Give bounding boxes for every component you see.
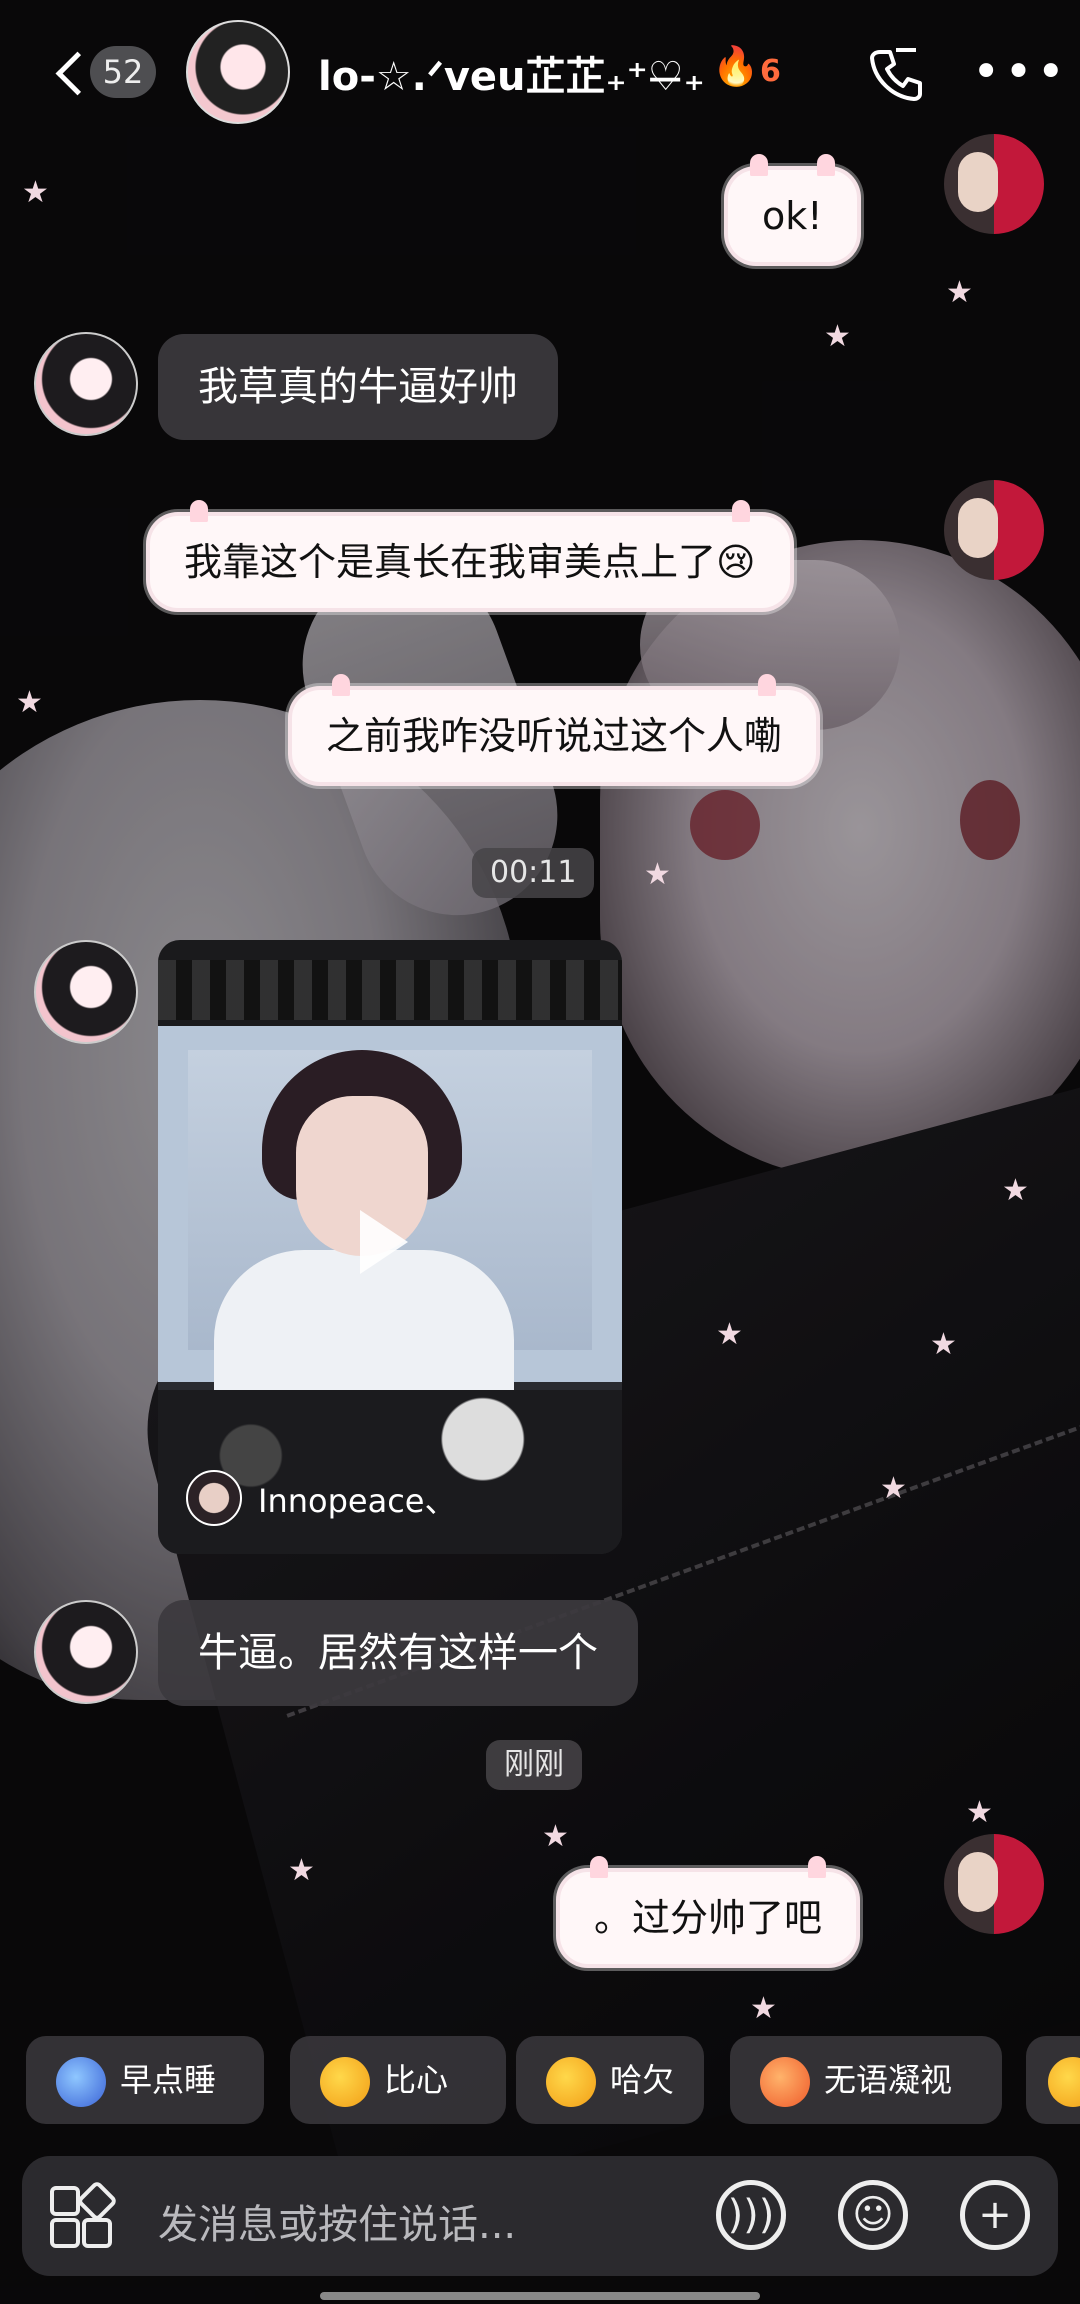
contact-avatar-small[interactable] (34, 940, 138, 1044)
unread-count-badge[interactable]: 52 (90, 46, 156, 98)
my-avatar[interactable] (944, 134, 1044, 234)
emoji-icon (1048, 2057, 1080, 2107)
phone-call-icon[interactable] (866, 44, 926, 104)
message-text: 我草真的牛逼好帅 (198, 364, 518, 410)
star-decoration: ★ (716, 1317, 743, 1352)
my-avatar[interactable] (944, 1834, 1044, 1934)
stage-lighting-rig (158, 960, 622, 1020)
quick-reply-chip[interactable]: 早点睡 (26, 2036, 264, 2124)
message-bubble-received[interactable]: 我草真的牛逼好帅 (158, 334, 558, 440)
star-decoration: ★ (930, 1327, 957, 1362)
quick-reply-chip-partial[interactable] (1026, 2036, 1080, 2124)
plus-icon[interactable]: + (960, 2180, 1030, 2250)
play-icon[interactable] (360, 1210, 408, 1274)
message-bubble-sent[interactable]: 之前我咋没听说过这个人嘞 (292, 674, 817, 782)
star-decoration: ★ (22, 175, 49, 210)
contact-avatar[interactable] (186, 20, 290, 124)
message-bubble-sent[interactable]: 我靠这个是真长在我审美点上了😢 (150, 500, 790, 608)
message-text: 我靠这个是真长在我审美点上了😢 (184, 540, 756, 584)
voice-icon[interactable]: ))) (716, 2180, 786, 2250)
streak-count: 6 (760, 54, 781, 89)
yawn-emoji-icon (546, 2057, 596, 2107)
horn-decoration (731, 500, 750, 522)
horn-decoration (332, 674, 350, 696)
timestamp-chip: 刚刚 (486, 1740, 582, 1790)
star-decoration: ★ (16, 685, 43, 720)
more-dots-icon[interactable]: ••• (972, 48, 1069, 96)
horn-decoration (750, 154, 768, 176)
apps-grid-icon[interactable] (50, 2179, 119, 2248)
contact-avatar-small[interactable] (34, 332, 138, 436)
message-text: 之前我咋没听说过这个人嘞 (326, 714, 783, 758)
sleep-emoji-icon (56, 2057, 106, 2107)
contact-name[interactable]: lo-☆.ᐟveu芷芷₊⁺♡̶₊ (318, 44, 705, 102)
message-input[interactable]: 发消息或按住说话... (158, 2192, 516, 2250)
message-bubble-received[interactable]: 牛逼。居然有这样一个 (158, 1600, 638, 1706)
video-author-avatar (186, 1470, 242, 1526)
timestamp-chip: 00:11 (472, 848, 595, 898)
video-message-card[interactable]: Innopeace、 (158, 940, 622, 1554)
horn-decoration (190, 500, 208, 522)
video-author-name: Innopeace、 (258, 1482, 457, 1520)
star-decoration: ★ (644, 857, 671, 892)
message-bubble-sent[interactable]: 。过分帅了吧 (560, 1856, 857, 1964)
video-thumbnail-crowd (158, 1390, 622, 1554)
horn-decoration (758, 674, 777, 696)
video-thumbnail-person (214, 1050, 514, 1400)
star-decoration: ★ (966, 1795, 993, 1830)
star-decoration: ★ (288, 1853, 315, 1888)
chat-header: 52 lo-☆.ᐟveu芷芷₊⁺♡̶₊ 🔥 6 ••• (0, 0, 1080, 150)
contact-avatar-small[interactable] (34, 1600, 138, 1704)
star-decoration: ★ (750, 1991, 777, 2026)
message-text: 牛逼。居然有这样一个 (198, 1630, 598, 1676)
quick-reply-chip[interactable]: 比心 (290, 2036, 506, 2124)
horn-decoration (590, 1856, 608, 1878)
home-indicator[interactable] (320, 2292, 760, 2300)
heart-hands-emoji-icon (320, 2057, 370, 2107)
message-text: 。过分帅了吧 (594, 1896, 823, 1940)
quick-reply-chip[interactable]: 哈欠 (516, 2036, 704, 2124)
star-decoration: ★ (1002, 1173, 1029, 1208)
message-text: ok! (762, 194, 823, 238)
message-input-bar: 发消息或按住说话... ))) ☺ + (22, 2156, 1058, 2276)
star-decoration: ★ (880, 1471, 907, 1506)
quick-reply-bar: 早点睡 比心 哈欠 无语凝视 (0, 2036, 1080, 2128)
star-decoration: ★ (824, 319, 851, 354)
horn-decoration (816, 154, 835, 176)
message-bubble-sent[interactable]: ok! (728, 154, 857, 262)
speechless-emoji-icon (760, 2057, 810, 2107)
flame-icon: 🔥 (712, 44, 760, 88)
star-decoration: ★ (542, 1819, 569, 1854)
horn-decoration (808, 1856, 827, 1878)
star-decoration: ★ (946, 275, 973, 310)
back-arrow-icon[interactable] (48, 48, 88, 98)
emoji-icon[interactable]: ☺ (838, 2180, 908, 2250)
quick-reply-chip[interactable]: 无语凝视 (730, 2036, 1002, 2124)
my-avatar[interactable] (944, 480, 1044, 580)
